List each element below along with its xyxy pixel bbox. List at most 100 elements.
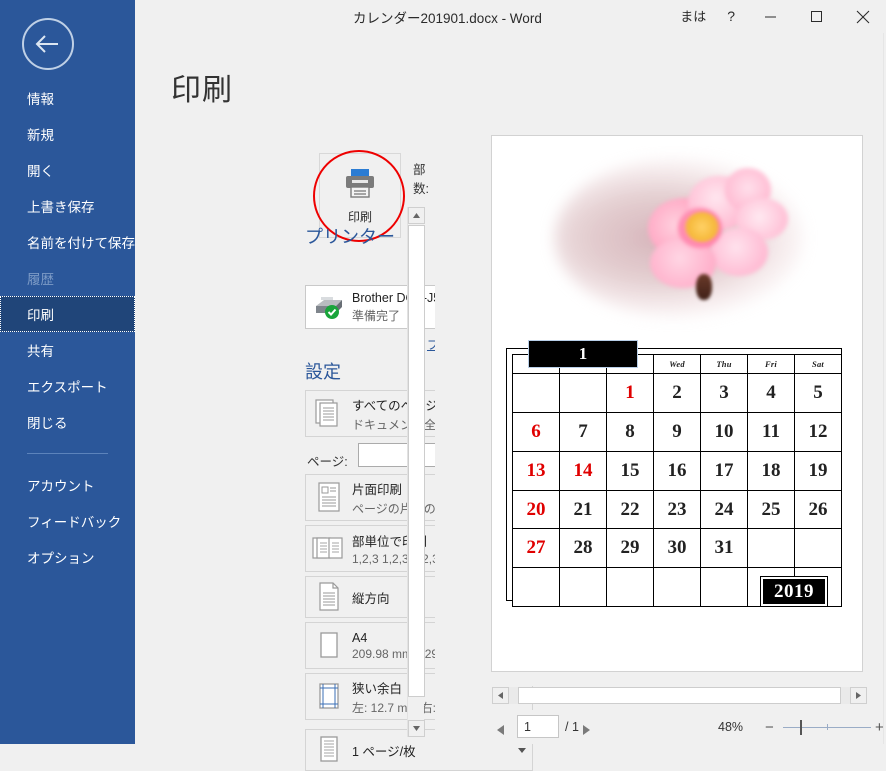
calendar-day-cell: 12 [795, 413, 842, 452]
calendar-day-cell: 8 [607, 413, 654, 452]
calendar-day-cell: 15 [607, 451, 654, 490]
print-preview-area: Sun Mon Tue Wed Thu Fri Sat 1 2 3 [435, 33, 886, 686]
sidebar-item-label: 開く [27, 160, 54, 180]
sidebar-item-export[interactable]: エクスポート [0, 368, 135, 404]
minimize-button[interactable] [747, 0, 793, 33]
calendar-day-cell: 20 [513, 490, 560, 529]
calendar-day-cell: 17 [701, 451, 748, 490]
one-sided-icon [306, 482, 352, 514]
zoom-slider-handle[interactable] [800, 720, 802, 735]
chevron-down-icon[interactable] [512, 748, 532, 753]
scroll-right-button[interactable] [850, 687, 867, 704]
calendar-day-cell [701, 568, 748, 607]
calendar-day-cell: 11 [748, 413, 795, 452]
weekday-header-sat: Sat [795, 355, 842, 374]
sidebar-item-account[interactable]: アカウント [0, 467, 135, 503]
printer-icon [342, 167, 378, 205]
print-button-label: 印刷 [348, 208, 372, 225]
help-icon[interactable]: ? [715, 0, 747, 33]
user-account-name[interactable]: まは [671, 0, 715, 33]
sidebar-item-label: オプション [27, 547, 95, 567]
scroll-left-button[interactable] [492, 687, 509, 704]
weekday-header-fri: Fri [748, 355, 795, 374]
collate-icon [306, 534, 352, 564]
previous-page-button[interactable] [497, 722, 504, 740]
print-settings-pane: 印刷 印刷 部数: 1 プリンター i [135, 33, 435, 744]
calendar-day-cell: 29 [607, 529, 654, 568]
calendar-day-cell: 14 [560, 451, 607, 490]
sidebar-item-history: 履歴 [0, 260, 135, 296]
calendar-day-cell: 23 [654, 490, 701, 529]
back-arrow-icon [34, 33, 62, 55]
calendar-day-cell [560, 374, 607, 413]
calendar-day-cell: 2 [654, 374, 701, 413]
settings-scrollbar[interactable] [407, 207, 424, 737]
page-total-label: / 1 [565, 720, 579, 734]
copies-label: 部数: [413, 159, 435, 197]
maximize-button[interactable] [793, 0, 839, 33]
weekday-header-wed: Wed [654, 355, 701, 374]
sidebar-item-share[interactable]: 共有 [0, 332, 135, 368]
calendar-week-row: 13 14 15 16 17 18 19 [513, 451, 842, 490]
back-button[interactable] [22, 18, 74, 70]
calendar-week-row: 1 2 3 4 5 [513, 374, 842, 413]
calendar-day-cell: 6 [513, 413, 560, 452]
zoom-out-button[interactable]: − [765, 719, 774, 736]
pages-label: ページ: [307, 451, 348, 470]
calendar: Sun Mon Tue Wed Thu Fri Sat 1 2 3 [506, 348, 846, 613]
close-button[interactable] [839, 0, 886, 33]
document-title: カレンダー201901.docx - Word [353, 7, 542, 27]
page-number-input[interactable]: 1 [517, 715, 559, 738]
preview-page[interactable]: Sun Mon Tue Wed Thu Fri Sat 1 2 3 [491, 135, 863, 672]
sidebar-item-save-as[interactable]: 名前を付けて保存 [0, 224, 135, 260]
calendar-day-cell: 13 [513, 451, 560, 490]
pages-icon [306, 399, 352, 429]
calendar-day-cell: 26 [795, 490, 842, 529]
sidebar-item-print[interactable]: 印刷 [0, 296, 135, 332]
sidebar-item-label: 名前を付けて保存 [27, 232, 135, 252]
sidebar-item-label: 上書き保存 [27, 196, 95, 216]
calendar-day-cell: 4 [748, 374, 795, 413]
calendar-day-cell: 16 [654, 451, 701, 490]
printer-device-icon [306, 294, 352, 320]
sidebar-item-label: 情報 [27, 88, 54, 108]
calendar-day-cell [560, 568, 607, 607]
scroll-down-button[interactable] [408, 720, 425, 737]
backstage-navigation: 情報 新規 開く 上書き保存 名前を付けて保存 履歴 印刷 共有 エクスポート … [0, 0, 135, 744]
calendar-day-cell: 25 [748, 490, 795, 529]
sidebar-item-info[interactable]: 情報 [0, 80, 135, 116]
sidebar-item-label: 新規 [27, 124, 54, 144]
calendar-day-cell: 19 [795, 451, 842, 490]
scroll-up-button[interactable] [408, 207, 425, 224]
zoom-percent-label[interactable]: 48% [718, 720, 743, 734]
paper-size-icon [306, 631, 352, 661]
weekday-header-thu: Thu [701, 355, 748, 374]
sidebar-item-label: アカウント [27, 475, 95, 495]
portrait-icon [306, 582, 352, 612]
sidebar-item-new[interactable]: 新規 [0, 116, 135, 152]
settings-section-title: 設定 [305, 358, 341, 384]
scrollbar-thumb[interactable] [518, 687, 841, 704]
sidebar-item-label: 印刷 [27, 304, 54, 324]
calendar-day-cell [513, 568, 560, 607]
sidebar-item-feedback[interactable]: フィードバック [0, 503, 135, 539]
preview-horizontal-scrollbar[interactable] [492, 687, 867, 704]
calendar-month-badge[interactable]: 1 [528, 340, 638, 368]
calendar-day-cell: 30 [654, 529, 701, 568]
sidebar-item-label: 履歴 [27, 268, 54, 288]
next-page-button[interactable] [583, 722, 590, 740]
sidebar-item-label: 共有 [27, 340, 54, 360]
sidebar-item-label: 閉じる [27, 412, 68, 432]
calendar-day-cell [748, 529, 795, 568]
sidebar-item-options[interactable]: オプション [0, 539, 135, 575]
sidebar-item-save[interactable]: 上書き保存 [0, 188, 135, 224]
sidebar-item-close[interactable]: 閉じる [0, 404, 135, 440]
calendar-day-cell: 10 [701, 413, 748, 452]
sidebar-item-open[interactable]: 開く [0, 152, 135, 188]
preview-status-bar: 1 / 1 48% − + [435, 710, 886, 744]
nav-divider [27, 453, 108, 454]
scrollbar-thumb[interactable] [408, 225, 425, 697]
margins-icon [306, 682, 352, 712]
sidebar-item-label: フィードバック [27, 511, 121, 531]
pages-per-sheet-icon [306, 735, 352, 765]
